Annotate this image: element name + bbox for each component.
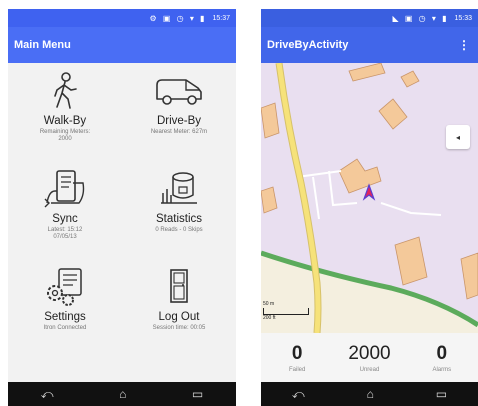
statistics-meter-icon	[161, 172, 197, 204]
sync-tile[interactable]: Sync Latest: 15:12 07/05/13	[8, 169, 122, 261]
app-title: Main Menu	[14, 39, 71, 51]
map-canvas	[261, 63, 478, 333]
drive-by-tile[interactable]: Drive-By Nearest Meter: 627m	[122, 71, 236, 163]
walk-by-title: Walk-By	[43, 115, 87, 127]
van-icon	[156, 79, 202, 105]
recents-icon[interactable]: ▭	[192, 387, 203, 401]
app-bar: DriveByActivity ⋮	[261, 27, 478, 63]
walk-by-tile[interactable]: Walk-By Remaining Meters: 2000	[8, 71, 122, 163]
drive-by-subtitle: Nearest Meter: 627m	[150, 129, 208, 135]
app-title: DriveByActivity	[267, 39, 349, 51]
nav-bar: ⤺ ⌂ ▭	[8, 382, 236, 406]
sync-title: Sync	[52, 213, 78, 225]
stat-alarms: 0 Alarms	[412, 343, 472, 373]
settings-title: Settings	[44, 311, 86, 323]
compass-button[interactable]: ◂	[446, 125, 470, 149]
failed-label: Failed	[288, 366, 306, 373]
compass-icon: ◂	[455, 132, 460, 142]
status-bar: ◣ ▣ ◷ ▾ ▮ 15:33	[261, 9, 478, 27]
walk-by-subtitle: Remaining Meters: 2000	[39, 129, 91, 142]
log-out-title: Log Out	[158, 311, 200, 323]
scale-line	[263, 308, 309, 315]
nav-bar: ⤺ ⌂ ▭	[261, 382, 478, 406]
scale-meters: 50 m	[263, 301, 275, 307]
alarms-count: 0	[436, 342, 448, 364]
failed-count: 0	[291, 342, 303, 364]
home-icon[interactable]: ⌂	[119, 387, 126, 401]
statistics-subtitle: 0 Reads - 0 Skips	[155, 227, 203, 233]
log-out-tile[interactable]: Log Out Session time: 00:05	[122, 267, 236, 359]
app-bar: Main Menu	[8, 27, 236, 63]
scale-feet: 200 ft	[263, 315, 276, 321]
statistics-title: Statistics	[155, 213, 202, 225]
home-icon[interactable]: ⌂	[367, 387, 374, 401]
settings-tile[interactable]: Settings Itron Connected	[8, 267, 122, 359]
unread-label: Unread	[359, 366, 380, 373]
map-scale: 50 m 200 ft	[263, 301, 309, 322]
overflow-menu-icon[interactable]: ⋮	[458, 38, 470, 52]
walking-person-icon	[54, 72, 77, 109]
status-icons: ⚙ ▣ ◷ ▾ ▮	[149, 13, 207, 23]
alarms-label: Alarms	[432, 366, 452, 373]
back-icon[interactable]: ⤺	[41, 387, 54, 402]
status-time: 15:33	[454, 14, 472, 22]
settings-subtitle: Itron Connected	[43, 325, 87, 331]
door-icon	[170, 269, 188, 303]
statistics-tile[interactable]: Statistics 0 Reads - 0 Skips	[122, 169, 236, 261]
phone-drive-by: ◣ ▣ ◷ ▾ ▮ 15:33 DriveByActivity ⋮ ◂ 50 m…	[261, 9, 478, 406]
sync-devices-icon	[44, 170, 85, 208]
log-out-subtitle: Session time: 00:05	[152, 325, 206, 331]
recents-icon[interactable]: ▭	[436, 387, 447, 401]
stat-failed: 0 Failed	[267, 343, 327, 373]
map-view[interactable]: ◂ 50 m 200 ft	[261, 63, 478, 333]
status-time: 15:37	[212, 14, 230, 22]
status-icons: ◣ ▣ ◷ ▾ ▮	[392, 13, 449, 23]
sync-subtitle: Latest: 15:12 07/05/13	[47, 227, 83, 240]
phone-main-menu: ⚙ ▣ ◷ ▾ ▮ 15:37 Main Menu Walk-By Remain…	[8, 9, 236, 406]
menu-grid: Walk-By Remaining Meters: 2000 Drive-By …	[8, 71, 236, 349]
back-icon[interactable]: ⤺	[292, 387, 305, 402]
drive-by-title: Drive-By	[156, 115, 202, 127]
settings-gears-icon	[47, 268, 82, 306]
unread-count: 2000	[348, 342, 391, 364]
stats-bar: 0 Failed 2000 Unread 0 Alarms	[261, 333, 478, 382]
status-bar: ⚙ ▣ ◷ ▾ ▮ 15:37	[8, 9, 236, 27]
stat-unread: 2000 Unread	[339, 343, 399, 373]
